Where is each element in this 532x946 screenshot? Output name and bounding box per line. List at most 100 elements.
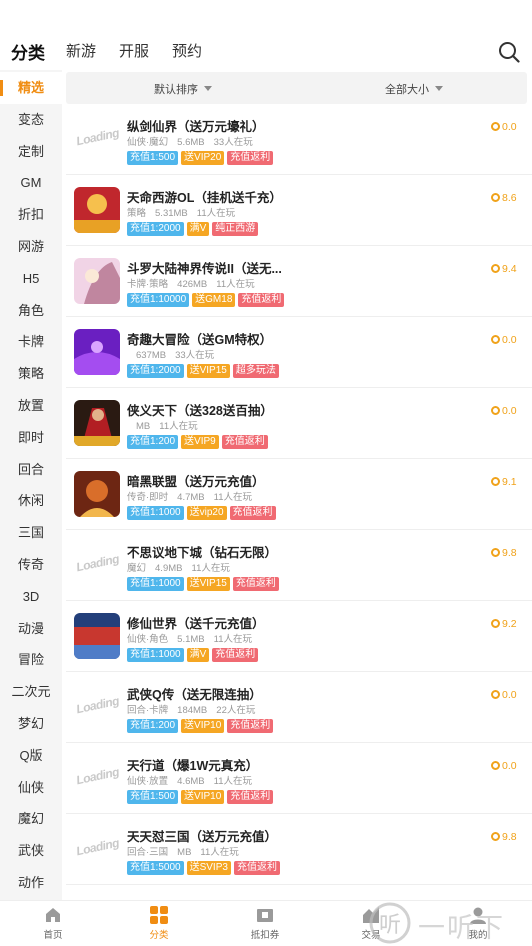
sort-dropdown[interactable]: 默认排序	[154, 81, 212, 97]
rating-coin-icon	[491, 193, 500, 202]
game-tag: 送VIP15	[186, 364, 230, 378]
sidebar-item[interactable]: 变态	[0, 104, 62, 136]
game-rating: 0.0	[491, 689, 517, 701]
sidebar-item[interactable]: 角色	[0, 295, 62, 327]
game-tag: 送GM18	[192, 293, 236, 307]
sidebar-item[interactable]: 3D	[0, 581, 62, 613]
game-list-item[interactable]: Loading 不思议地下城（钻石无限） 魔幻 4.9MB 11人在玩 充值1:1000 送…	[66, 530, 532, 601]
game-tags: 充值1:10000 送GM18 充值返利	[127, 289, 287, 307]
sidebar-item[interactable]: 定制	[0, 136, 62, 168]
placeholder-logo-text: Loading	[75, 693, 120, 717]
game-meta: MB 11人在玩	[127, 418, 207, 432]
sidebar-item[interactable]: 精选	[0, 72, 62, 104]
game-tag: 充值1:1000	[127, 506, 184, 520]
sidebar-item[interactable]: 武侠	[0, 835, 62, 867]
game-tag: 充值返利	[238, 293, 285, 307]
rating-coin-icon	[491, 619, 500, 628]
search-icon[interactable]	[498, 41, 520, 63]
game-list-item[interactable]: Loading 天行道（爆1W元真充） 仙侠·放置 4.6MB 11人在玩 充值1:500…	[66, 743, 532, 814]
game-title: 斗罗大陆神界传说II（送无...	[127, 262, 282, 276]
rating-coin-icon	[491, 477, 500, 486]
game-tags: 充值1:1000 送VIP15 充值返利	[127, 573, 282, 591]
game-title: 纵剑仙界（送万元壕礼）	[127, 120, 265, 134]
sidebar-item[interactable]: 折扣	[0, 199, 62, 231]
size-label: 全部大小	[385, 84, 429, 96]
game-meta: 策略 5.31MB 11人在玩	[127, 205, 244, 219]
rating-coin-icon	[491, 406, 500, 415]
size-dropdown[interactable]: 全部大小	[385, 81, 443, 97]
game-list-item[interactable]: Loading 武侠Q传（送无限连抽） 回合·卡牌 184MB 22人在玩 充值1:200…	[66, 672, 532, 743]
game-tag: 超多玩法	[232, 364, 279, 378]
game-list-item[interactable]: 奇趣大冒险（送GM特权） 637MB 33人在玩 充值1:2000 送VIP15 超多玩法…	[66, 317, 532, 388]
game-rating: 0.0	[491, 334, 517, 346]
sidebar-item[interactable]: 传奇	[0, 549, 62, 581]
game-tag: 送VIP10	[181, 719, 225, 733]
sidebar-item[interactable]: 休闲	[0, 485, 62, 517]
sidebar-item[interactable]: H5	[0, 263, 62, 295]
nav-home-label: 首页	[43, 930, 63, 941]
game-icon-placeholder: Loading	[74, 684, 120, 730]
sidebar-item[interactable]: 卡牌	[0, 326, 62, 358]
placeholder-logo-text: Loading	[75, 764, 120, 788]
sidebar-item[interactable]: 魔幻	[0, 803, 62, 835]
game-tag: 充值1:500	[127, 151, 179, 165]
sidebar-item[interactable]: 梦幻	[0, 708, 62, 740]
game-title: 不思议地下城（钻石无限）	[127, 546, 278, 560]
game-list-item[interactable]: 侠义天下（送328送百抽） MB 11人在玩 充值1:200 送VIP9 充值返利 0.0	[66, 388, 532, 459]
rating-coin-icon	[491, 335, 500, 344]
nav-coupon[interactable]: 抵扣券	[235, 905, 295, 941]
game-tags: 充值1:200 送VIP9 充值返利	[127, 431, 271, 449]
sidebar-item[interactable]: 网游	[0, 231, 62, 263]
rating-value: 9.8	[502, 547, 517, 559]
sidebar-item[interactable]: 动漫	[0, 613, 62, 645]
filter-bar: 默认排序 全部大小	[66, 72, 527, 104]
sidebar-item[interactable]: GM	[0, 167, 62, 199]
game-meta: 传奇·即时 4.7MB 11人在玩	[127, 489, 261, 503]
chevron-down-icon	[435, 86, 443, 91]
game-tags: 充值1:5000 送SVIP3 充值返利	[127, 857, 283, 875]
sidebar-item[interactable]: 策略	[0, 358, 62, 390]
game-tag: 纯正西游	[212, 222, 259, 236]
game-tag: 充值1:200	[127, 435, 179, 449]
game-tags: 充值1:200 送VIP10 充值返利	[127, 715, 276, 733]
game-icon	[74, 400, 120, 446]
game-list-item[interactable]: Loading 天天怼三国（送万元充值） 回合·三国 MB 11人在玩 充值1:5000 送…	[66, 814, 532, 885]
game-tag: 送VIP10	[181, 790, 225, 804]
sidebar-item[interactable]: 回合	[0, 454, 62, 486]
game-icon	[74, 258, 120, 304]
game-tag: 充值1:500	[127, 790, 179, 804]
sidebar-item[interactable]: 二次元	[0, 676, 62, 708]
game-list: Loading 纵剑仙界（送万元壕礼） 仙侠·魔幻 5.6MB 33人在玩 充值1:500…	[66, 104, 532, 900]
nav-category[interactable]: 分类	[129, 905, 189, 941]
sidebar-item[interactable]: 三国	[0, 517, 62, 549]
game-meta: 仙侠·魔幻 5.6MB 33人在玩	[127, 134, 262, 148]
game-rating: 9.1	[491, 476, 517, 488]
nav-home[interactable]: 首页	[23, 905, 83, 941]
tab-reservation[interactable]: 预约	[172, 40, 202, 61]
tab-category[interactable]: 分类	[9, 39, 47, 64]
sidebar-item[interactable]: 放置	[0, 390, 62, 422]
tab-new-games[interactable]: 新游	[66, 40, 96, 61]
game-list-item[interactable]: Loading战神三国（百万元充值）	[66, 885, 532, 900]
game-list-item[interactable]: 暗黑联盟（送万元充值） 传奇·即时 4.7MB 11人在玩 充值1:1000 送vip20…	[66, 459, 532, 530]
game-tag: 送vip20	[186, 506, 227, 520]
placeholder-logo-text: Loading	[75, 125, 120, 149]
sidebar-item[interactable]: 动作	[0, 867, 62, 899]
rating-coin-icon	[491, 832, 500, 841]
game-list-item[interactable]: 天命西游OL（挂机送千充） 策略 5.31MB 11人在玩 充值1:2000 满V 纯正西游…	[66, 175, 532, 246]
game-list-item[interactable]: 修仙世界（送千元充值） 仙侠·角色 5.1MB 11人在玩 充值1:1000 满V 充值返利…	[66, 601, 532, 672]
sidebar-item[interactable]: 冒险	[0, 644, 62, 676]
home-icon	[46, 908, 60, 922]
sidebar-item[interactable]: 仙侠	[0, 772, 62, 804]
tab-server-open[interactable]: 开服	[119, 40, 149, 61]
game-icon-placeholder: Loading	[74, 755, 120, 801]
game-list-item[interactable]: Loading 纵剑仙界（送万元壕礼） 仙侠·魔幻 5.6MB 33人在玩 充值1:500…	[66, 104, 532, 175]
sidebar-item[interactable]: Q版	[0, 740, 62, 772]
game-list-item[interactable]: 斗罗大陆神界传说II（送无... 卡牌·策略 426MB 11人在玩 充值1:10000…	[66, 246, 532, 317]
game-tag: 充值1:200	[127, 719, 179, 733]
game-title: 侠义天下（送328送百抽）	[127, 404, 273, 418]
watermark: 听 一听下载	[366, 902, 532, 944]
svg-text:听: 听	[379, 913, 401, 938]
rating-value: 8.6	[502, 192, 517, 204]
sidebar-item[interactable]: 即时	[0, 422, 62, 454]
